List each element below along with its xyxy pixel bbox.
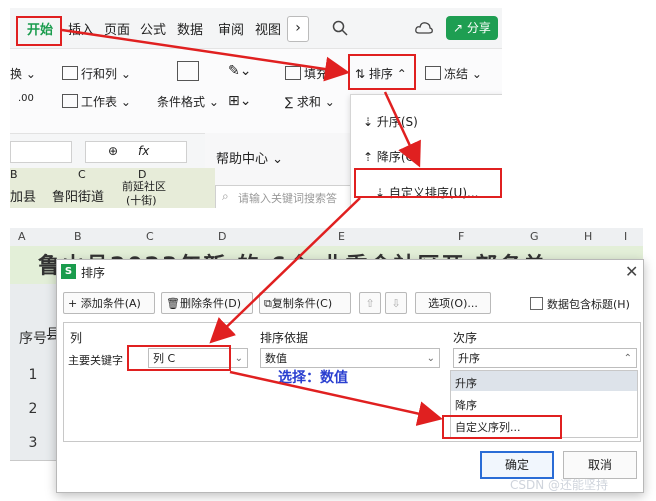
annotation-arrows [61,28,443,426]
arrow-start-to-sort [61,28,350,82]
arrow-sort-to-custom [383,91,421,168]
arrow-custom-to-column [209,197,361,344]
arrow-basis-to-custom-list [229,370,443,426]
